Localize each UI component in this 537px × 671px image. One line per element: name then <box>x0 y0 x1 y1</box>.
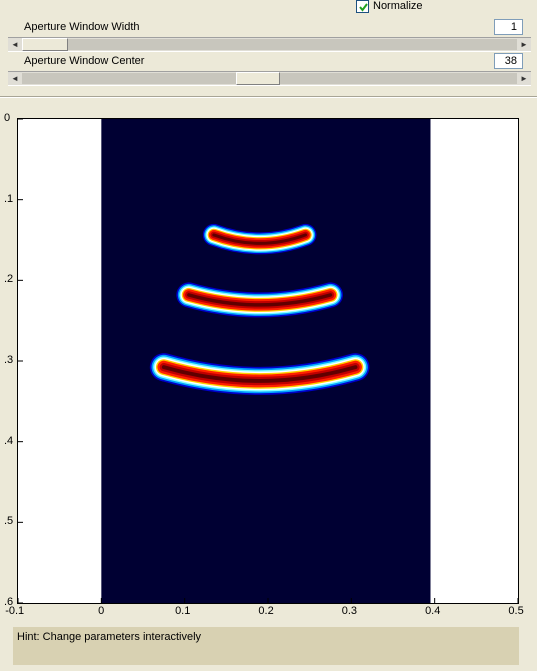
image-plot <box>18 119 518 603</box>
slider-track[interactable] <box>68 39 517 50</box>
y-tick-label: .4 <box>4 434 14 447</box>
aperture-width-input[interactable]: 1 <box>494 19 523 35</box>
aperture-width-slider[interactable]: ◄ ► <box>8 37 531 52</box>
image-axes[interactable] <box>17 118 519 604</box>
y-tick-label: .3 <box>4 354 14 366</box>
y-tick-label: 0 <box>4 112 11 124</box>
image-background <box>101 119 431 603</box>
aperture-center-input[interactable]: 38 <box>494 53 523 69</box>
arrow-left-icon[interactable]: ◄ <box>8 72 22 85</box>
arrow-left-icon[interactable]: ◄ <box>8 38 22 51</box>
arrow-right-icon[interactable]: ► <box>517 38 531 51</box>
x-tick-label: 0.2 <box>258 605 274 617</box>
x-tick-label: 0.1 <box>175 605 191 617</box>
x-tick-label: 0.5 <box>508 605 524 617</box>
normalize-checkbox[interactable] <box>356 0 369 13</box>
hint-text: Hint: Change parameters interactively <box>17 631 202 643</box>
y-tick-label: .2 <box>4 273 14 286</box>
panel-separator <box>0 96 537 98</box>
aperture-width-label: Aperture Window Width <box>24 21 140 33</box>
y-tick-label: .6 <box>4 596 14 608</box>
hint-bar: Hint: Change parameters interactively <box>13 627 519 665</box>
x-tick-label: 0.3 <box>341 605 358 617</box>
arrow-right-icon[interactable]: ► <box>517 72 531 85</box>
slider-thumb[interactable] <box>22 38 68 51</box>
y-tick-label: .5 <box>4 515 14 528</box>
normalize-label: Normalize <box>373 0 423 12</box>
slider-thumb[interactable] <box>236 72 280 85</box>
y-tick-label: .1 <box>4 192 14 205</box>
aperture-center-slider[interactable]: ◄ ► <box>8 71 531 86</box>
aperture-center-label: Aperture Window Center <box>24 55 145 67</box>
check-icon <box>359 3 368 12</box>
x-tick-label: 0 <box>98 605 105 617</box>
x-tick-label: 0.4 <box>425 605 441 617</box>
